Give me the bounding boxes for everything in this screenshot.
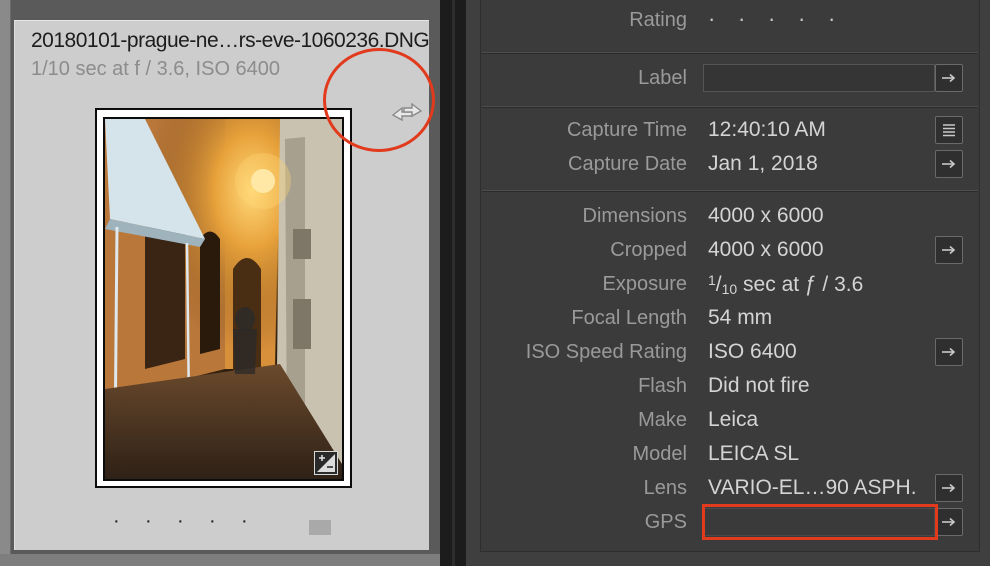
lens-value: VARIO-EL…90 ASPH. [708,476,917,499]
rating-control[interactable]: · · · · · [708,6,858,32]
separator [482,106,978,108]
rating-dot[interactable]: · [798,6,828,32]
rating-dot[interactable]: · [209,511,241,531]
separator [482,52,978,54]
photo-frame[interactable] [95,108,352,488]
arrow-right-icon [942,483,956,493]
dimensions-label: Dimensions [582,205,687,227]
arrow-right-icon [942,517,956,527]
list-icon [943,124,955,137]
flash-value: Did not fire [708,374,810,397]
grid-left-edge [0,0,11,566]
capture-date-label: Capture Date [568,153,687,175]
annotation-rectangle [702,504,938,540]
cropped-label: Cropped [610,239,687,261]
exposure-label: Exposure [602,273,688,295]
rating-dot[interactable]: · [768,6,798,32]
rating-dot[interactable]: · [241,511,273,531]
label-label: Label [638,67,687,89]
make-value: Leica [708,408,759,431]
label-arrow-button[interactable] [935,64,963,92]
exposure-rest: sec at ƒ / 3.6 [737,273,864,296]
color-label-box[interactable] [309,520,331,535]
rating-dot[interactable]: · [113,511,145,531]
grid-bottom-edge [0,554,440,566]
gps-arrow-button[interactable] [935,508,963,536]
capture-time-list-button[interactable] [935,116,963,144]
capture-time-label: Capture Time [566,119,687,141]
arrow-right-icon [942,159,956,169]
focal-length-label: Focal Length [571,307,687,329]
make-label: Make [638,409,687,431]
flash-label: Flash [638,375,687,397]
arrow-right-icon [942,73,956,83]
rating-dot[interactable]: · [738,6,768,32]
exposure-numerator: 1 [708,272,716,288]
iso-arrow-button[interactable] [935,338,963,366]
capture-time-value: 12:40:10 AM [708,118,826,141]
cropped-value: 4000 x 6000 [708,238,824,261]
thumbnail-exposure-summary: 1/10 sec at f / 3.6, ISO 6400 [31,58,281,80]
cropped-arrow-button[interactable] [935,236,963,264]
photo-thumbnail [103,117,344,481]
annotation-circle [323,48,435,152]
divider-line [452,0,455,566]
focal-length-value: 54 mm [708,306,773,329]
separator [482,190,978,192]
label-field[interactable] [703,64,935,92]
iso-label: ISO Speed Rating [525,341,687,363]
capture-date-arrow-button[interactable] [935,150,963,178]
rating-dot[interactable]: · [145,511,177,531]
lens-label: Lens [643,477,687,499]
rating-dot[interactable]: · [177,511,209,531]
iso-value: ISO 6400 [708,340,797,363]
exposure-denominator: 10 [721,281,738,297]
rating-label: Rating [629,9,687,31]
arrow-right-icon [942,245,956,255]
model-label: Model [632,443,687,465]
thumbnail-rating[interactable]: · · · · · [113,511,273,531]
arrow-right-icon [942,347,956,357]
model-value: LEICA SL [708,442,800,465]
rating-dot[interactable]: · [828,6,858,32]
capture-date-value: Jan 1, 2018 [708,152,818,175]
rating-dot[interactable]: · [708,6,738,32]
exposure-value: 1/10 sec at ƒ / 3.6 [708,272,864,297]
gps-label: GPS [644,511,687,533]
lens-arrow-button[interactable] [935,474,963,502]
dimensions-value: 4000 x 6000 [708,204,824,227]
exposure-badge-icon[interactable] [314,451,338,475]
